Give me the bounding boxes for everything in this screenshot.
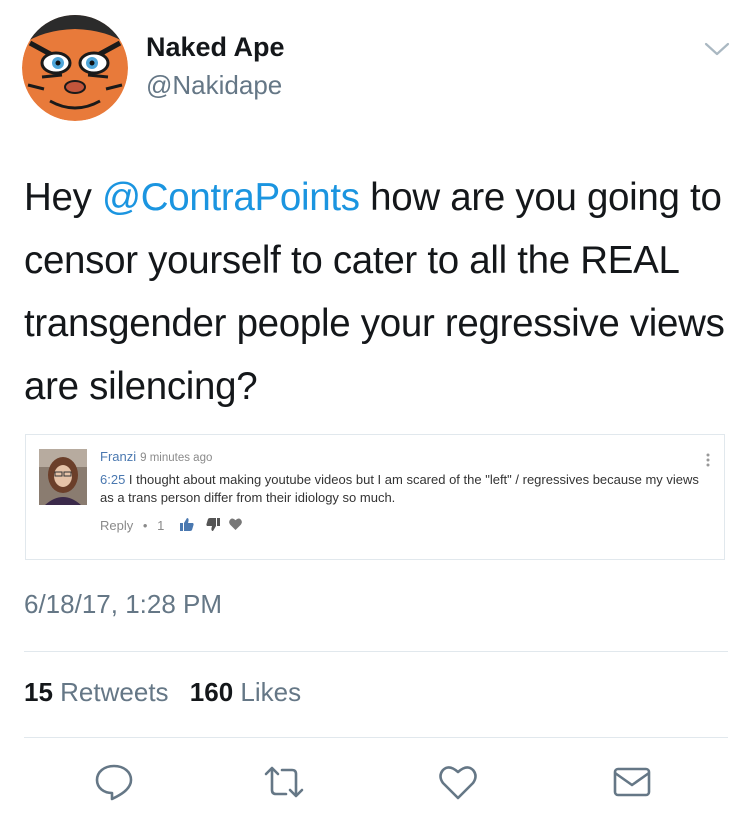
comment-header: Franzi 9 minutes ago [100, 449, 212, 464]
thumbs-up-icon [179, 517, 198, 534]
divider [24, 737, 728, 738]
comment-text: I thought about making youtube videos bu… [100, 472, 699, 505]
retweet-stat[interactable]: 15 Retweets [24, 677, 169, 707]
comment-body: 6:25 I thought about making youtube vide… [100, 471, 700, 507]
reply-icon[interactable] [92, 760, 136, 804]
chevron-down-icon[interactable] [702, 38, 732, 60]
avatar[interactable] [22, 15, 128, 121]
tweet-text: Hey @ContraPoints how are you going to c… [24, 166, 729, 418]
divider [24, 651, 728, 652]
retweets-label: Retweets [60, 677, 169, 707]
comment-separator: • [142, 518, 148, 534]
mention-link[interactable]: @ContraPoints [102, 176, 360, 219]
more-options-icon [706, 453, 710, 467]
heart-icon[interactable] [436, 760, 480, 804]
comment-author: Franzi [100, 449, 137, 464]
likes-label: Likes [240, 677, 302, 707]
embedded-image[interactable]: Franzi 9 minutes ago 6:25 I thought about… [25, 434, 725, 560]
tweet-text-start: Hey [24, 176, 102, 219]
envelope-icon[interactable] [610, 760, 654, 804]
likes-count: 160 [189, 677, 234, 707]
comment-reply-label: Reply [100, 518, 134, 534]
heart-icon [229, 518, 243, 533]
tweet-timestamp[interactable]: 6/18/17, 1:28 PM [24, 589, 222, 620]
comment-time: 9 minutes ago [140, 452, 213, 464]
thumbs-down-icon [205, 517, 224, 534]
author-handle[interactable]: @Nakidape [146, 70, 282, 101]
retweets-count: 15 [24, 677, 53, 707]
retweet-icon[interactable] [262, 760, 306, 804]
comment-avatar [39, 449, 87, 505]
author-name[interactable]: Naked Ape [146, 32, 285, 63]
comment-like-count: 1 [157, 518, 165, 534]
like-stat[interactable]: 160 Likes [190, 677, 301, 707]
comment-timestamp-link: 6:25 [100, 472, 126, 487]
comment-actions: Reply • 1 [100, 517, 243, 534]
tweet-stats: 15 Retweets 160 Likes [24, 677, 301, 708]
action-bar [0, 760, 750, 810]
